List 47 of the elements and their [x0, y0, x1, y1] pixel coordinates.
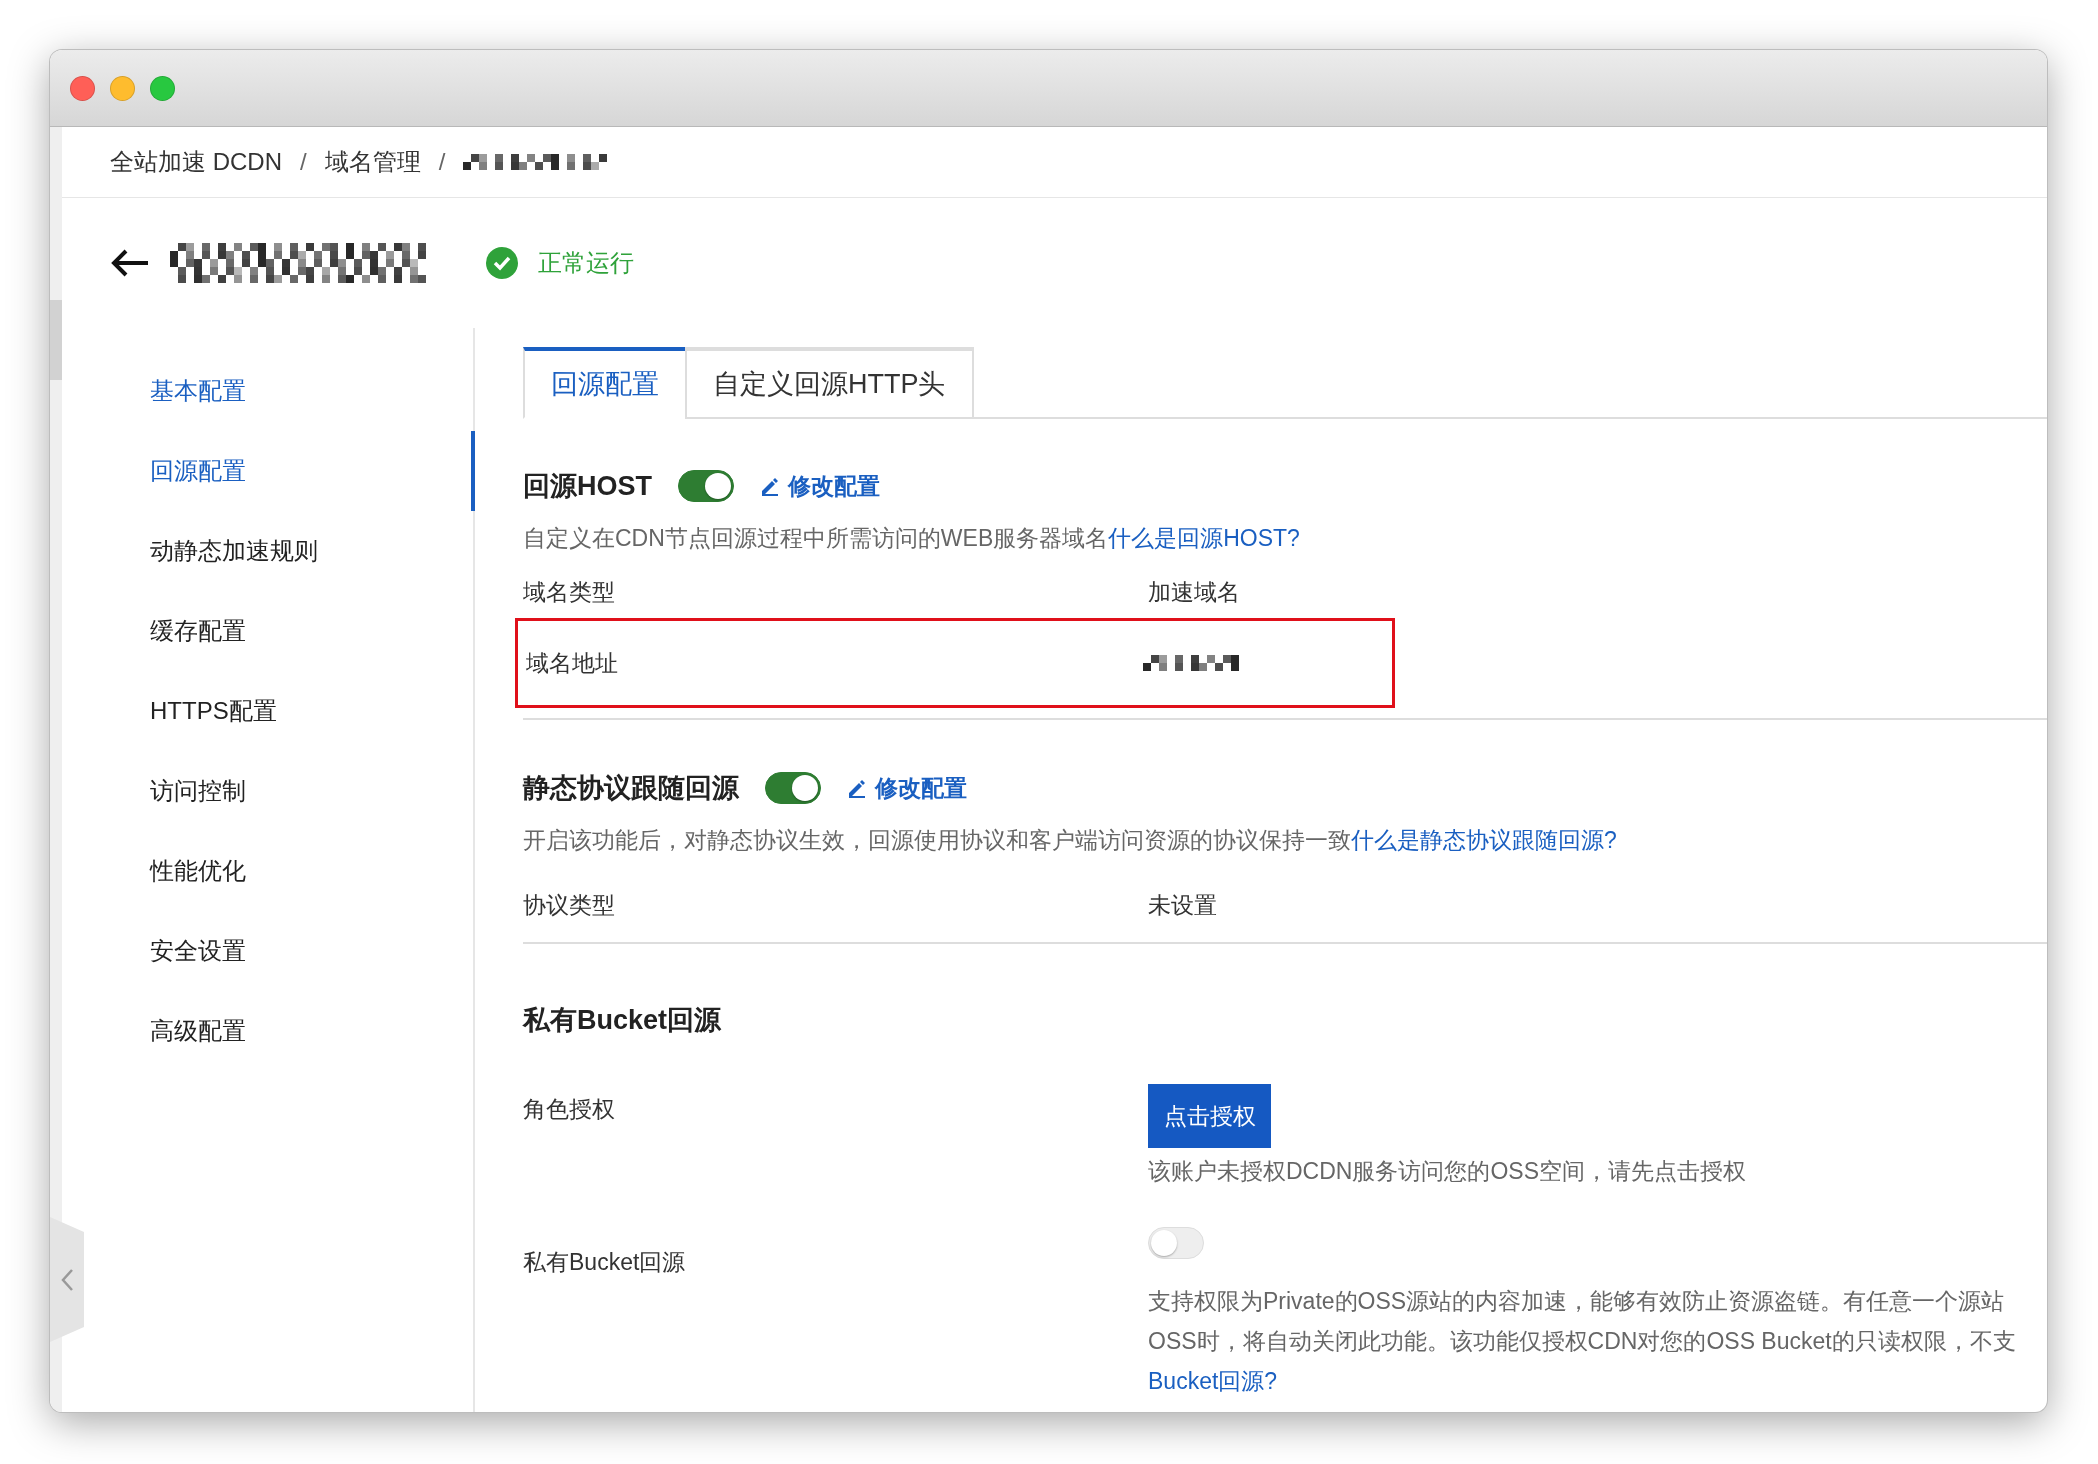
section-title: 回源HOST [523, 470, 652, 503]
table-cell-text: 协议类型 [523, 890, 616, 920]
table-cell-text: 域名地址 [526, 648, 619, 678]
scroll-thumb[interactable] [50, 300, 62, 380]
sidebar-item[interactable]: 回源配置 [62, 431, 475, 511]
help-link[interactable]: 什么是静态协议跟随回源? [1351, 826, 1617, 853]
authorize-button[interactable]: 点击授权 [1148, 1084, 1271, 1148]
description-text: 支持权限为Private的OSS源站的内容加速，能够有效防止资源盗链。有任意一个源站 [1148, 1287, 2005, 1316]
breadcrumb-separator: / [438, 148, 446, 176]
field-label: 角色授权 [523, 1095, 616, 1124]
section-description: 自定义在CDN节点回源过程中所需访问的WEB服务器域名什么是回源HOST? [523, 523, 1301, 553]
section-title: 私有Bucket回源 [523, 1004, 722, 1037]
toggle-switch[interactable] [678, 470, 734, 502]
field-label: 私有Bucket回源 [523, 1248, 687, 1277]
description-text: OSS时，将自动关闭此功能。该功能仅授权CDN对您的OSS Bucket的只读权限，不支 [1148, 1327, 2016, 1356]
sidebar-item[interactable]: 访问控制 [62, 751, 475, 831]
edit-config-link[interactable]: 修改配置 [760, 470, 880, 502]
breadcrumb-link[interactable]: 全站加速 DCDN [110, 146, 282, 178]
help-link[interactable]: 什么是回源HOST? [1108, 524, 1300, 551]
section-description: 开启该功能后，对静态协议生效，回源使用协议和客户端访问资源的协议保持一致什么是静态协议跟随回源? [523, 825, 1618, 855]
section-title: 静态协议跟随回源 [523, 772, 739, 805]
sidebar-item[interactable]: 安全设置 [62, 911, 475, 991]
table-cell-text: 未设置 [1148, 890, 1217, 920]
column-header: 域名类型 [523, 577, 616, 607]
sidebar-item[interactable]: 动静态加速规则 [62, 511, 475, 591]
chevron-left-icon [60, 1267, 74, 1292]
column-header: 加速域名 [1148, 577, 1240, 607]
sidebar-item[interactable]: 高级配置 [62, 991, 475, 1071]
maximize-button[interactable] [150, 75, 175, 101]
pencil-icon [847, 778, 867, 798]
status-text: 正常运行 [538, 248, 634, 278]
minimize-button[interactable] [110, 75, 135, 101]
sidebar-item[interactable]: 基本配置 [62, 351, 475, 431]
back-arrow-icon[interactable] [110, 248, 150, 278]
edit-config-link[interactable]: 修改配置 [847, 772, 967, 804]
tab[interactable]: 自定义回源HTTP头 [685, 347, 974, 419]
sidebar-item[interactable]: 缓存配置 [62, 591, 475, 671]
sidebar-item[interactable]: HTTPS配置 [62, 671, 475, 751]
sidebar-item[interactable]: 性能优化 [62, 831, 475, 911]
breadcrumb-link[interactable]: 域名管理 [324, 146, 421, 178]
hint-text: 该账户未授权DCDN服务访问您的OSS空间，请先点击授权 [1148, 1157, 1746, 1186]
toggle-switch[interactable] [765, 772, 821, 804]
breadcrumb-separator: / [300, 148, 307, 176]
close-button[interactable] [70, 75, 95, 101]
help-link[interactable]: Bucket回源? [1148, 1368, 1278, 1394]
tab[interactable]: 回源配置 [523, 347, 687, 419]
pencil-icon [760, 476, 780, 496]
